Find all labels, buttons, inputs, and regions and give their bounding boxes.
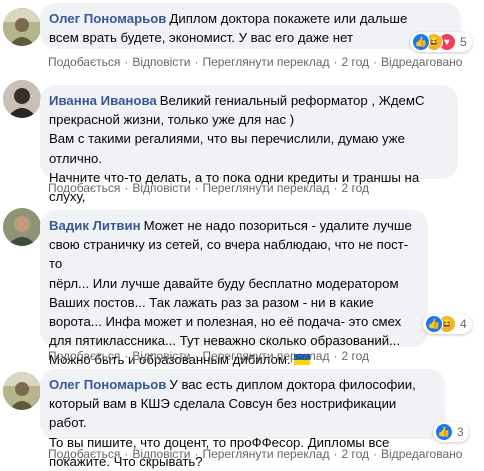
comment-actions: Подобається · Відповісти · Переглянути перек… <box>48 447 463 461</box>
timestamp[interactable]: 2 год <box>341 447 369 461</box>
avatar[interactable] <box>3 372 41 410</box>
comment-bubble: Вадик Литвин Может не надо позориться - у… <box>40 210 428 367</box>
reply-link[interactable]: Відповісти <box>132 181 190 195</box>
timestamp[interactable]: 2 год <box>341 349 369 363</box>
comment-author[interactable]: Олег Пономарьов <box>49 377 166 392</box>
reaction-count: 4 <box>460 317 467 331</box>
comment-actions: Подобається · Відповісти · Переглянути перек… <box>48 181 370 195</box>
comment-bubble: Олег Пономарьов Диплом доктора покажете и… <box>40 3 461 49</box>
like-icon: 👍 <box>425 315 443 333</box>
like-link[interactable]: Подобається <box>48 349 120 363</box>
translate-link[interactable]: Переглянути переклад <box>202 447 329 461</box>
like-link[interactable]: Подобається <box>48 181 120 195</box>
translate-link[interactable]: Переглянути переклад <box>202 55 329 69</box>
comment-actions: Подобається · Відповісти · Переглянути перек… <box>48 55 463 69</box>
timestamp[interactable]: 2 год <box>341 181 369 195</box>
translate-link[interactable]: Переглянути переклад <box>202 181 329 195</box>
comment-author[interactable]: Иванна Иванова <box>49 93 157 108</box>
like-link[interactable]: Подобається <box>48 55 120 69</box>
like-icon: 👍 <box>412 33 430 51</box>
reaction-count: 3 <box>457 425 464 439</box>
comment-author[interactable]: Вадик Литвин <box>49 218 141 233</box>
reply-link[interactable]: Відповісти <box>132 447 190 461</box>
like-link[interactable]: Подобається <box>48 447 120 461</box>
avatar[interactable] <box>3 80 41 118</box>
edited-label: Відредаговано <box>381 447 463 461</box>
reply-link[interactable]: Відповісти <box>132 349 190 363</box>
avatar[interactable] <box>3 8 41 46</box>
comment-author[interactable]: Олег Пономарьов <box>49 11 166 26</box>
comment-text: Может не надо позориться - удалите лучше… <box>49 218 412 368</box>
reaction-count: 5 <box>460 35 467 49</box>
comment-bubble: Иванна Иванова Великий гениальный реформа… <box>40 85 458 223</box>
comment-bubble: Олег Пономарьов У вас есть диплом доктора… <box>40 369 445 469</box>
reactions-summary[interactable]: 👍 😆 4 <box>423 314 472 334</box>
reactions-summary[interactable]: 👍 😆 ♥ 5 <box>410 32 472 52</box>
edited-label: Відредаговано <box>381 55 463 69</box>
avatar[interactable] <box>3 208 41 246</box>
timestamp[interactable]: 2 год <box>341 55 369 69</box>
reactions-summary[interactable]: 👍 3 <box>433 422 469 442</box>
comment-text: Великий гениальный реформатор , ЖдемС пр… <box>49 93 425 223</box>
reply-link[interactable]: Відповісти <box>132 55 190 69</box>
translate-link[interactable]: Переглянути переклад <box>202 349 329 363</box>
like-icon: 👍 <box>435 423 453 441</box>
comment-actions: Подобається · Відповісти · Переглянути перек… <box>48 349 370 363</box>
